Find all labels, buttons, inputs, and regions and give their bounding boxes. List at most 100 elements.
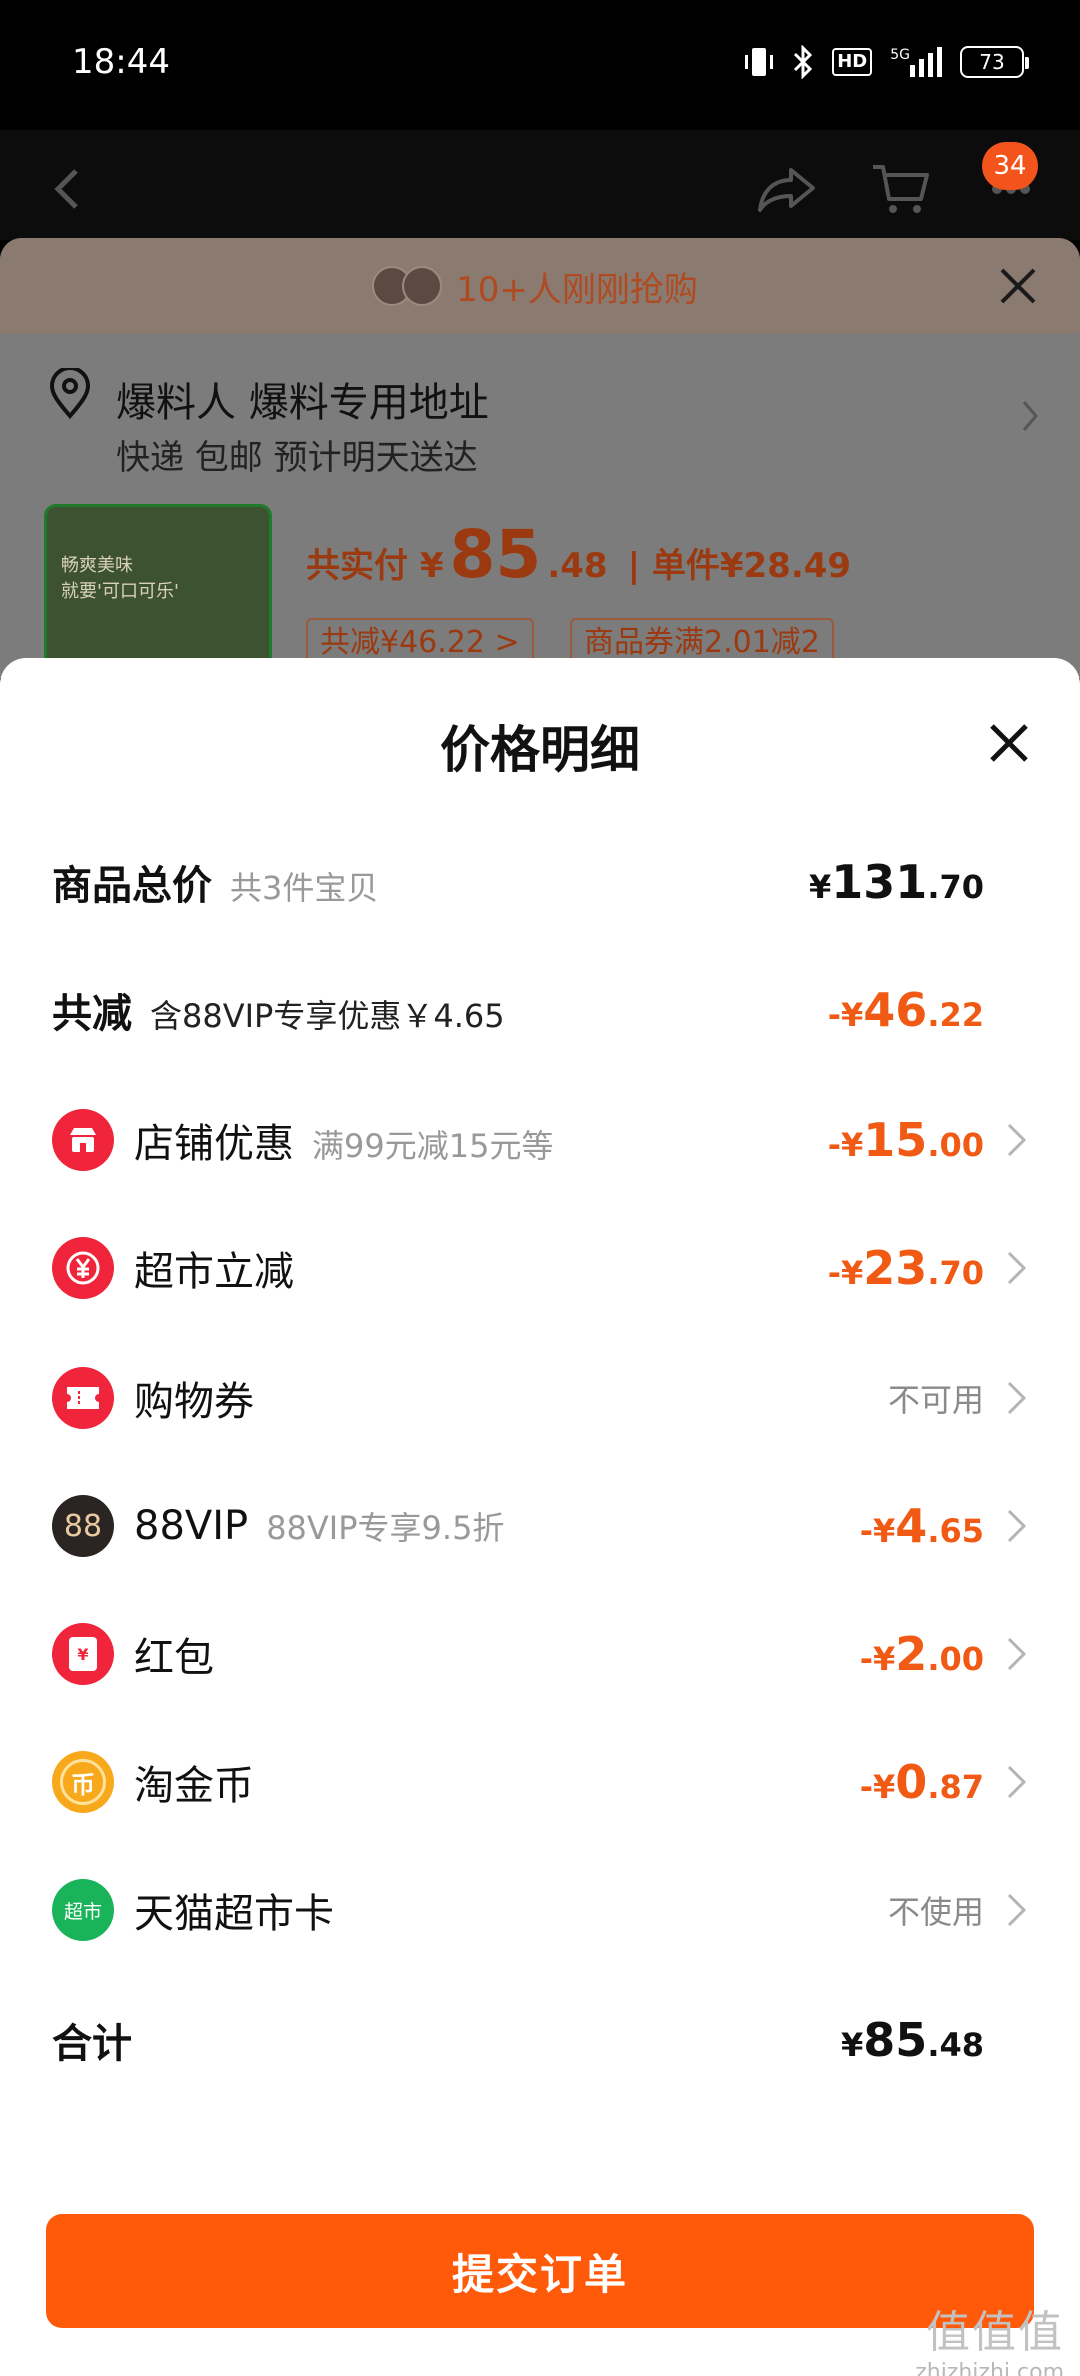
vibrate-icon (744, 44, 774, 80)
discount-amount: -¥ 4 .65 (860, 1499, 984, 1553)
discount-label: 店铺优惠 满99元减15元等 (134, 1111, 553, 1169)
status-bar: 18:44 HD 5G 73 (0, 0, 1080, 130)
watermark-logo: 值值值 (926, 2307, 1064, 2358)
total-reduce-row: 共减 含88VIP专享优惠￥4.65 -¥ 46 .22 (0, 960, 1080, 1060)
paid-int: 85 (449, 516, 542, 593)
top-nav-bar (0, 130, 1080, 240)
chevron-right-icon (1022, 401, 1038, 431)
buying-banner: 10+人刚刚抢购 (0, 238, 1080, 334)
watermark: 值值值 zhizhizhi.com (915, 2296, 1064, 2376)
discount-row-store[interactable]: 店铺优惠 满99元减15元等 -¥ 15 .00 (0, 1090, 1080, 1190)
paid-label: 共实付 ¥ (306, 546, 444, 586)
battery-level: 73 (979, 50, 1005, 74)
order-item: 畅爽美味 就要'可口可乐' 共实付 ¥ 85 .48 | 单件¥28.49 共减… (0, 504, 1080, 678)
chevron-right-icon (1007, 1893, 1027, 1927)
chevron-left-icon (54, 169, 78, 209)
close-sheet-button[interactable] (986, 720, 1032, 766)
price-detail-sheet: 价格明细 商品总价 共3件宝贝 ¥ 131 .70 共减 含88VIP专享优惠￥… (0, 658, 1080, 2376)
coupon-status: 不可用 (887, 1381, 984, 1419)
goods-count: 共3件宝贝 (230, 869, 379, 907)
amount-int: 0 (895, 1755, 928, 1809)
discount-name: 淘金币 (134, 1763, 254, 1809)
amount-int: 131 (831, 855, 928, 909)
unit-price: | 单件¥28.49 (627, 546, 852, 586)
back-button[interactable] (32, 154, 102, 224)
submit-order-button[interactable]: 提交订单 (46, 2214, 1034, 2328)
discount-row-supermarket[interactable]: 超市立减 -¥ 23 .70 (0, 1218, 1080, 1318)
amount-dec: .87 (927, 1768, 984, 1806)
discount-row-88vip[interactable]: 88 88VIP 88VIP专享9.5折 -¥ 4 .65 (0, 1476, 1080, 1576)
currency: -¥ (859, 1512, 896, 1550)
amount-dec: .00 (927, 1640, 984, 1678)
shipping-info: 快递 包邮 预计明天送达 (116, 438, 478, 478)
discount-row-shopping-coupon[interactable]: 购物券 不可用 (0, 1348, 1080, 1448)
discount-name: 88VIP (134, 1503, 249, 1549)
discount-desc: 88VIP专享9.5折 (266, 1509, 505, 1547)
amount-int: 2 (895, 1627, 928, 1681)
discount-label: 红包 (134, 1625, 214, 1683)
sum-label: 合计 (52, 2021, 132, 2067)
discount-amount: -¥ 15 .00 (828, 1113, 984, 1167)
cart-icon (873, 165, 929, 213)
vip88-icon: 88 (52, 1495, 114, 1557)
status-time: 18:44 (72, 42, 170, 82)
chevron-right-icon (1007, 1251, 1027, 1285)
total-reduce-text: 共减 (52, 991, 132, 1037)
goods-total-label: 商品总价 共3件宝贝 (52, 853, 378, 911)
amount-dec: .70 (927, 1254, 984, 1292)
order-page-background: 10+人刚刚抢购 爆料人 爆料专用地址 快递 包邮 预计明天送达 畅爽美味 就要… (0, 238, 1080, 678)
discount-name: 超市立减 (134, 1249, 294, 1295)
goods-total-row: 商品总价 共3件宝贝 ¥ 131 .70 (0, 832, 1080, 932)
network-type: 5G (890, 47, 910, 63)
goods-total-amount: ¥ 131 .70 (809, 855, 984, 909)
discount-label: 88VIP 88VIP专享9.5折 (134, 1503, 504, 1549)
currency: -¥ (827, 1254, 864, 1292)
currency: ¥ (809, 868, 832, 906)
discount-name: 红包 (134, 1635, 214, 1681)
discount-row-tmall-card[interactable]: 超市 天猫超市卡 不使用 (0, 1860, 1080, 1960)
share-icon (758, 168, 815, 212)
buying-banner-text: 10+人刚刚抢购 (456, 269, 698, 310)
address-name: 爆料人 爆料专用地址 (116, 380, 489, 426)
discount-amount: -¥ 23 .70 (828, 1241, 984, 1295)
cart-button[interactable] (866, 154, 936, 224)
currency: -¥ (859, 1640, 896, 1678)
discount-name: 天猫超市卡 (134, 1891, 334, 1937)
discount-label: 天猫超市卡 (134, 1881, 334, 1939)
amount-dec: .65 (927, 1512, 984, 1550)
discount-amount: -¥ 2 .00 (860, 1627, 984, 1681)
share-button[interactable] (752, 154, 822, 224)
paid-dec: .48 (547, 546, 608, 586)
discount-name: 购物券 (134, 1379, 254, 1425)
goods-total-text: 商品总价 (52, 863, 212, 909)
ticket-icon (52, 1367, 114, 1429)
total-reduce-label: 共减 含88VIP专享优惠￥4.65 (52, 981, 505, 1039)
red-packet-icon: ¥ (52, 1623, 114, 1685)
total-reduce-amount: -¥ 46 .22 (828, 983, 984, 1037)
chevron-right-icon (1007, 1765, 1027, 1799)
sum-amount: ¥ 85 .48 (841, 2013, 984, 2067)
chevron-right-icon (1007, 1509, 1027, 1543)
amount-int: 46 (863, 983, 928, 1037)
buyer-avatars (372, 266, 443, 306)
avatar (402, 266, 443, 306)
status-icons: HD 5G 73 (744, 44, 1029, 80)
currency: -¥ (827, 996, 864, 1034)
amount-dec: .70 (927, 868, 984, 906)
amount-int: 23 (863, 1241, 928, 1295)
sum-row: 合计 ¥ 85 .48 (0, 1990, 1080, 2090)
discount-name: 店铺优惠 (134, 1121, 294, 1167)
discount-label: 超市立减 (134, 1239, 294, 1297)
discount-label: 购物券 (134, 1369, 254, 1427)
address-section[interactable]: 爆料人 爆料专用地址 快递 包邮 预计明天送达 (0, 334, 1080, 504)
yen-coupon-icon (52, 1237, 114, 1299)
amount-int: 85 (863, 2013, 928, 2067)
close-icon[interactable] (998, 266, 1038, 306)
discount-row-red-packet[interactable]: ¥ 红包 -¥ 2 .00 (0, 1604, 1080, 1704)
chevron-right-icon (1007, 1381, 1027, 1415)
discount-row-taojinbi[interactable]: 币 淘金币 -¥ 0 .87 (0, 1732, 1080, 1832)
amount-int: 15 (863, 1113, 928, 1167)
coin-symbol: 币 (60, 1759, 106, 1805)
card-status: 不使用 (887, 1893, 984, 1931)
store-icon (52, 1109, 114, 1171)
